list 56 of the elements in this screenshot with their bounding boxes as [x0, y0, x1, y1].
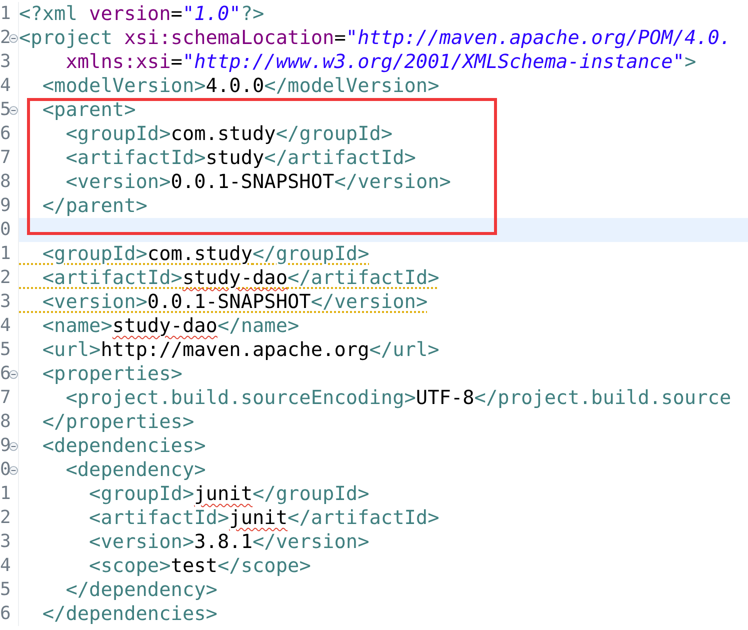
code-line: <project xsi:schemaLocation="http://maven.apache.org/POM/4.0.: [19, 26, 732, 50]
collapse-icon[interactable]: [9, 106, 18, 114]
line-number: 3: [0, 50, 9, 74]
line-number: 0: [0, 458, 9, 482]
code-line: </dependencies>: [41, 602, 218, 626]
line-number: 4: [0, 314, 9, 338]
line-number: 8: [0, 410, 9, 434]
line-number: 9: [0, 194, 9, 218]
collapse-icon[interactable]: [9, 370, 18, 378]
code-line: <dependencies>: [41, 434, 206, 458]
code-line: <project.build.sourceEncoding>UTF-8</project.build.source: [64, 386, 732, 410]
line-number: 5: [0, 98, 9, 122]
line-number: 3: [0, 290, 9, 314]
collapse-icon[interactable]: [9, 442, 18, 450]
line-number: 6: [0, 602, 9, 626]
line-number: 1: [0, 242, 9, 266]
line-number: 9: [0, 434, 9, 458]
code-line: <properties>: [41, 362, 182, 386]
code-line: <artifactId>study</artifactId>: [64, 146, 416, 170]
code-line: <groupId>com.study</groupId>: [41, 242, 370, 266]
line-number: 6: [0, 362, 9, 386]
code-line: </properties>: [41, 410, 194, 434]
line-number: 6: [0, 122, 9, 146]
line-number: 2: [0, 26, 9, 50]
line-number: 0: [0, 218, 9, 242]
code-line: </dependency>: [64, 578, 218, 602]
line-number: 4: [0, 554, 9, 578]
code-line: <scope>test</scope>: [88, 554, 311, 578]
line-number: 4: [0, 74, 9, 98]
code-line: <version>0.0.1-SNAPSHOT</version>: [64, 170, 451, 194]
collapse-icon[interactable]: [9, 34, 18, 42]
code-line: <dependency>: [64, 458, 206, 482]
code-line: <version>3.8.1</version>: [88, 530, 370, 554]
code-line: <version>0.0.1-SNAPSHOT</version>: [41, 290, 428, 314]
line-number: 2: [0, 506, 9, 530]
code-line: <?xml version="1.0"?>: [19, 2, 264, 26]
line-number: 7: [0, 386, 9, 410]
code-line: <url>http://maven.apache.org</url>: [41, 338, 440, 362]
code-line: <name>study-dao</name>: [41, 314, 300, 338]
line-number: 3: [0, 530, 9, 554]
line-number: 5: [0, 578, 9, 602]
line-number: 1: [0, 2, 9, 26]
line-number: 5: [0, 338, 9, 362]
line-number: 7: [0, 146, 9, 170]
code-line: <parent>: [41, 98, 136, 122]
line-number: 2: [0, 266, 9, 290]
collapse-icon[interactable]: [9, 466, 18, 474]
code-line: <groupId>com.study</groupId>: [64, 122, 393, 146]
code-line: </parent>: [41, 194, 148, 218]
code-line: xmlns:xsi="http://www.w3.org/2001/XMLSchema-instance">: [64, 50, 696, 74]
code-line: <artifactId>study-dao</artifactId>: [41, 266, 440, 290]
line-number: 8: [0, 170, 9, 194]
code-line: <artifactId>junit</artifactId>: [88, 506, 440, 530]
line-number: 1: [0, 482, 9, 506]
code-line: <groupId>junit</groupId>: [88, 482, 370, 506]
code-line: <modelVersion>4.0.0</modelVersion>: [41, 74, 440, 98]
